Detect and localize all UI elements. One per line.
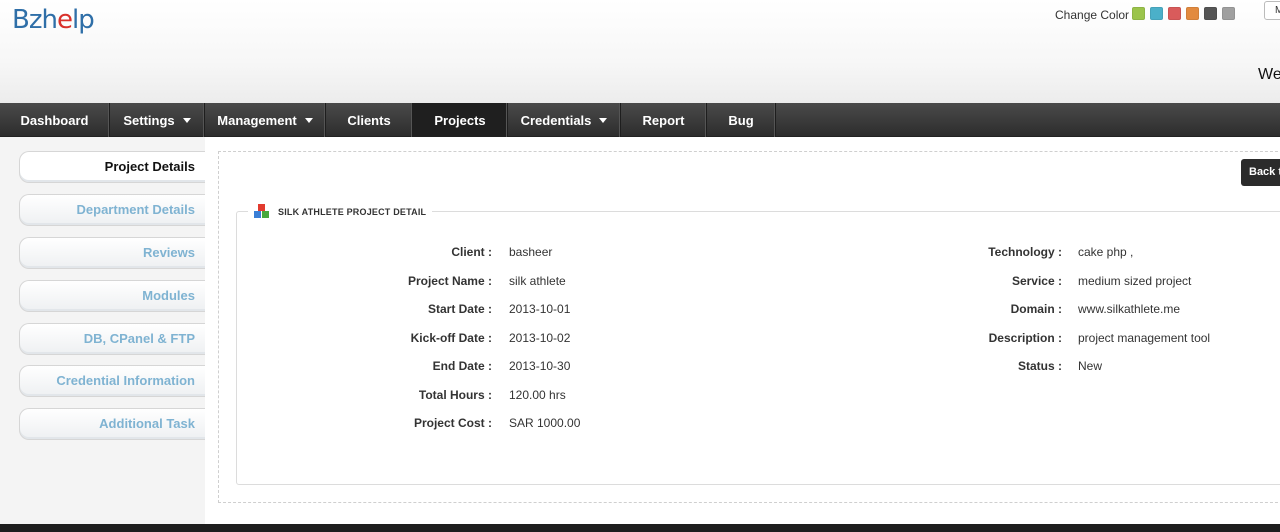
field-label-client: Client <box>252 245 492 259</box>
swatch-gray[interactable] <box>1222 7 1235 20</box>
nav-label: Clients <box>347 112 391 128</box>
welcome-text: We <box>1258 66 1280 83</box>
swatch-orange[interactable] <box>1186 7 1199 20</box>
field-value-description: project management tool <box>1078 331 1211 345</box>
section-legend: SILK ATHLETE PROJECT DETAIL <box>248 203 433 221</box>
sidebar-item-modules[interactable]: Modules <box>19 280 205 312</box>
header: Bzhelp Change Color M We <box>0 0 1280 103</box>
main-nav: Dashboard Settings Management Clients Pr… <box>0 103 1280 137</box>
nav-bug[interactable]: Bug <box>707 103 776 137</box>
nav-management[interactable]: Management <box>205 103 326 137</box>
field-label-project-name: Project Name <box>252 274 492 288</box>
main-content: Back t SILK ATHLETE PROJECT DETAIL Clien… <box>205 137 1280 524</box>
nav-projects[interactable]: Projects <box>413 103 508 137</box>
sidebar-item-additional-task[interactable]: Additional Task <box>19 408 205 440</box>
nav-dashboard[interactable]: Dashboard <box>0 103 110 137</box>
swatch-blue[interactable] <box>1150 7 1163 20</box>
caret-down-icon <box>182 117 191 123</box>
sidebar-item-db-cpanel-ftp[interactable]: DB, CPanel & FTP <box>19 323 205 355</box>
sidebar: Project Details Department Details Revie… <box>0 137 205 524</box>
field-value-project-cost: SAR 1000.00 <box>509 416 581 430</box>
swatch-red[interactable] <box>1168 7 1181 20</box>
nav-label: Credentials <box>520 112 592 128</box>
top-right-button[interactable]: M <box>1264 1 1280 20</box>
nav-report[interactable]: Report <box>621 103 707 137</box>
nav-label: Management <box>217 112 297 128</box>
sidebar-item-credential-information[interactable]: Credential Information <box>19 365 205 397</box>
sidebar-item-project-details[interactable]: Project Details <box>19 151 205 183</box>
field-value-client: basheer <box>509 245 553 259</box>
nav-label: Report <box>642 112 685 128</box>
color-swatches <box>1132 7 1240 20</box>
section-title: SILK ATHLETE PROJECT DETAIL <box>278 207 427 217</box>
field-label-kickoff-date: Kick-off Date <box>252 331 492 345</box>
logo-accent: e <box>56 5 73 35</box>
field-value-project-name: silk athlete <box>509 274 566 288</box>
field-label-description: Description <box>822 331 1062 345</box>
field-value-service: medium sized project <box>1078 274 1192 288</box>
field-label-end-date: End Date <box>252 359 492 373</box>
footer-bar <box>0 524 1280 532</box>
sidebar-item-reviews[interactable]: Reviews <box>19 237 205 269</box>
nav-label: Projects <box>434 112 486 128</box>
field-value-end-date: 2013-10-30 <box>509 359 571 373</box>
field-value-technology: cake php , <box>1078 245 1134 259</box>
field-label-project-cost: Project Cost <box>252 416 492 430</box>
field-label-total-hours: Total Hours <box>252 388 492 402</box>
field-value-status: New <box>1078 359 1103 373</box>
field-label-technology: Technology <box>822 245 1062 259</box>
swatch-dark[interactable] <box>1204 7 1217 20</box>
nav-settings[interactable]: Settings <box>110 103 205 137</box>
field-label-service: Service <box>822 274 1062 288</box>
field-label-domain: Domain <box>822 302 1062 316</box>
field-value-total-hours: 120.00 hrs <box>509 388 566 402</box>
field-value-kickoff-date: 2013-10-02 <box>509 331 571 345</box>
caret-down-icon <box>304 117 313 123</box>
caret-down-icon <box>599 117 608 123</box>
field-value-domain: www.silkathlete.me <box>1078 302 1181 316</box>
logo-prefix: Bzh <box>12 5 58 35</box>
logo-suffix: lp <box>71 5 95 35</box>
field-label-status: Status <box>822 359 1062 373</box>
nav-credentials[interactable]: Credentials <box>508 103 621 137</box>
field-value-start-date: 2013-10-01 <box>509 302 571 316</box>
field-label-start-date: Start Date <box>252 302 492 316</box>
back-button[interactable]: Back t <box>1241 159 1280 186</box>
sidebar-item-department-details[interactable]: Department Details <box>19 194 205 226</box>
nav-clients[interactable]: Clients <box>326 103 413 137</box>
nav-label: Settings <box>123 112 175 128</box>
nav-label: Dashboard <box>20 112 89 128</box>
blocks-icon <box>254 204 270 220</box>
change-color-label: Change Color <box>1055 8 1130 22</box>
logo[interactable]: Bzhelp <box>12 5 95 35</box>
nav-label: Bug <box>728 112 754 128</box>
swatch-green[interactable] <box>1132 7 1145 20</box>
